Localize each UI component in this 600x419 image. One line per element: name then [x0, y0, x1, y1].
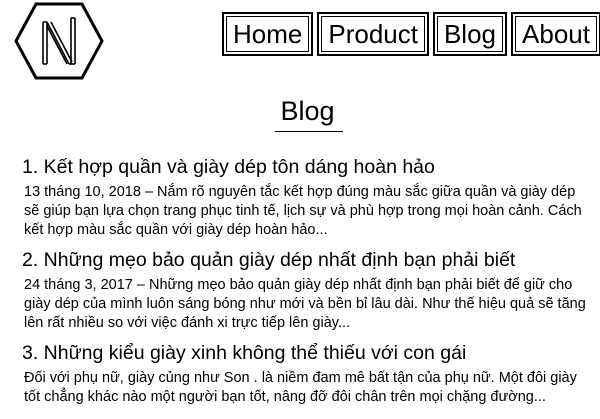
- post-excerpt: Đối với phụ nữ, giày củng như Son . là n…: [24, 370, 577, 405]
- post-excerpt: 24 tháng 3, 2017 – Những mẹo bảo quản gi…: [24, 277, 586, 331]
- page-title: Blog: [280, 96, 335, 126]
- nav-about-label: About: [515, 16, 597, 52]
- post-title-link[interactable]: 2. Những mẹo bảo quản giày dép nhất định…: [22, 248, 590, 273]
- post-list: 1. Kết hợp quần và giày dép tôn dáng hoà…: [22, 155, 590, 415]
- post-title-link[interactable]: 3. Những kiểu giày xinh không thể thiếu …: [22, 341, 590, 366]
- nav-home-button[interactable]: Home: [222, 12, 314, 56]
- nav-blog-button[interactable]: Blog: [432, 12, 508, 56]
- post-title-link[interactable]: 1. Kết hợp quần và giày dép tôn dáng hoà…: [22, 155, 590, 180]
- nav-home-label: Home: [226, 16, 310, 52]
- post-excerpt: 13 tháng 10, 2018 – Nắm rõ nguyên tắc kế…: [24, 184, 582, 238]
- list-item: 3. Những kiểu giày xinh không thể thiếu …: [22, 341, 590, 407]
- title-underline: [275, 131, 343, 132]
- list-item: 2. Những mẹo bảo quản giày dép nhất định…: [22, 248, 590, 333]
- nav-product-button[interactable]: Product: [317, 12, 429, 56]
- site-logo[interactable]: [14, 2, 104, 80]
- nav-product-label: Product: [321, 16, 425, 52]
- list-item: 1. Kết hợp quần và giày dép tôn dáng hoà…: [22, 155, 590, 240]
- nav-blog-label: Blog: [436, 16, 504, 52]
- main-nav: Home Product Blog About: [222, 12, 600, 56]
- hexagon-n-logo-icon: [14, 2, 104, 80]
- nav-about-button[interactable]: About: [511, 12, 600, 56]
